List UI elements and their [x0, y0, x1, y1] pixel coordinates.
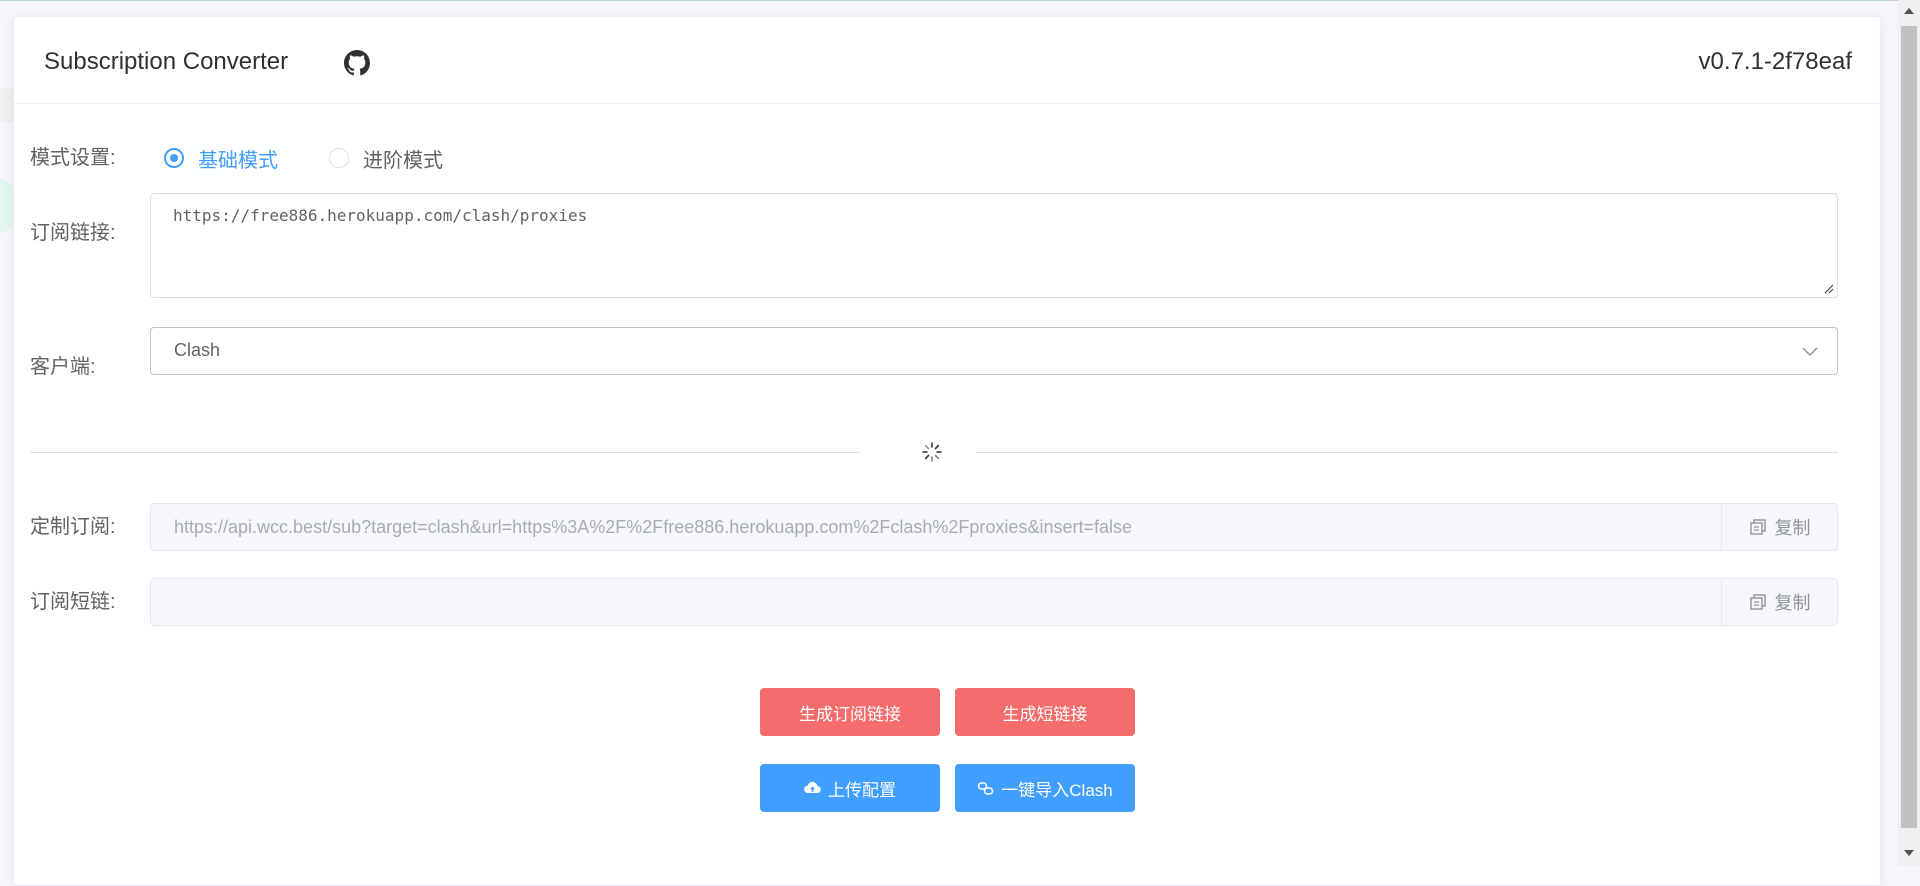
- client-label: 客户端:: [30, 356, 96, 378]
- import-clash-button[interactable]: 一键导入Clash: [955, 764, 1135, 812]
- custom-sub-value: https://api.wcc.best/sub?target=clash&ur…: [174, 517, 1132, 537]
- generate-sub-link-button[interactable]: 生成订阅链接: [760, 688, 940, 736]
- copy-icon: [1749, 594, 1766, 610]
- radio-advanced-mode[interactable]: 进阶模式: [329, 146, 443, 172]
- card-header: Subscription Converter v0.7.1-2f78eaf: [14, 17, 1880, 104]
- short-link-input[interactable]: 复制: [150, 578, 1838, 626]
- radio-dot[interactable]: [329, 148, 349, 168]
- copy-label: 复制: [1774, 593, 1811, 613]
- generate-short-link-button[interactable]: 生成短链接: [955, 688, 1135, 736]
- app-title: Subscription Converter: [44, 48, 289, 75]
- subscription-value: https://free886.herokuapp.com/clash/prox…: [173, 206, 588, 225]
- copy-custom-sub-button[interactable]: 复制: [1721, 504, 1837, 550]
- divider-right: [976, 452, 1838, 453]
- generate-sub-link-label: 生成订阅链接: [799, 704, 901, 724]
- scroll-down-arrow-icon[interactable]: [1903, 848, 1915, 858]
- copy-icon: [1749, 519, 1766, 535]
- scroll-up-arrow-icon[interactable]: [1903, 6, 1915, 16]
- version-label: v0.7.1-2f78eaf: [1698, 48, 1852, 75]
- radio-label: 进阶模式: [363, 149, 443, 172]
- chevron-down-icon: [1802, 347, 1818, 357]
- main-card: Subscription Converter v0.7.1-2f78eaf: [13, 16, 1881, 886]
- upload-config-button[interactable]: 上传配置: [760, 764, 940, 812]
- scrollbar-thumb[interactable]: [1901, 26, 1917, 828]
- custom-sub-label: 定制订阅:: [30, 516, 116, 538]
- upload-config-label: 上传配置: [828, 780, 896, 800]
- divider-left: [30, 452, 860, 453]
- client-select-value: Clash: [174, 340, 221, 360]
- radio-label: 基础模式: [198, 149, 278, 172]
- github-icon[interactable]: [344, 50, 370, 76]
- cloud-upload-icon: [804, 781, 821, 794]
- short-link-label: 订阅短链:: [30, 591, 116, 613]
- subscription-label: 订阅链接:: [30, 222, 116, 244]
- copy-label: 复制: [1774, 518, 1811, 538]
- link-icon: [978, 781, 994, 795]
- resize-handle-icon[interactable]: [1824, 284, 1834, 294]
- radio-dot[interactable]: [164, 148, 184, 168]
- copy-short-link-button[interactable]: 复制: [1721, 579, 1837, 625]
- loading-spinner-icon: [922, 442, 942, 462]
- radio-basic-mode[interactable]: 基础模式: [164, 146, 278, 172]
- import-clash-label: 一键导入Clash: [1001, 780, 1113, 800]
- top-accent-line: [0, 0, 1920, 1]
- subscription-textarea[interactable]: https://free886.herokuapp.com/clash/prox…: [150, 193, 1838, 298]
- mode-label: 模式设置:: [30, 147, 116, 169]
- generate-short-link-label: 生成短链接: [1002, 704, 1088, 724]
- client-select[interactable]: Clash: [150, 327, 1838, 375]
- custom-sub-input[interactable]: https://api.wcc.best/sub?target=clash&ur…: [150, 503, 1838, 551]
